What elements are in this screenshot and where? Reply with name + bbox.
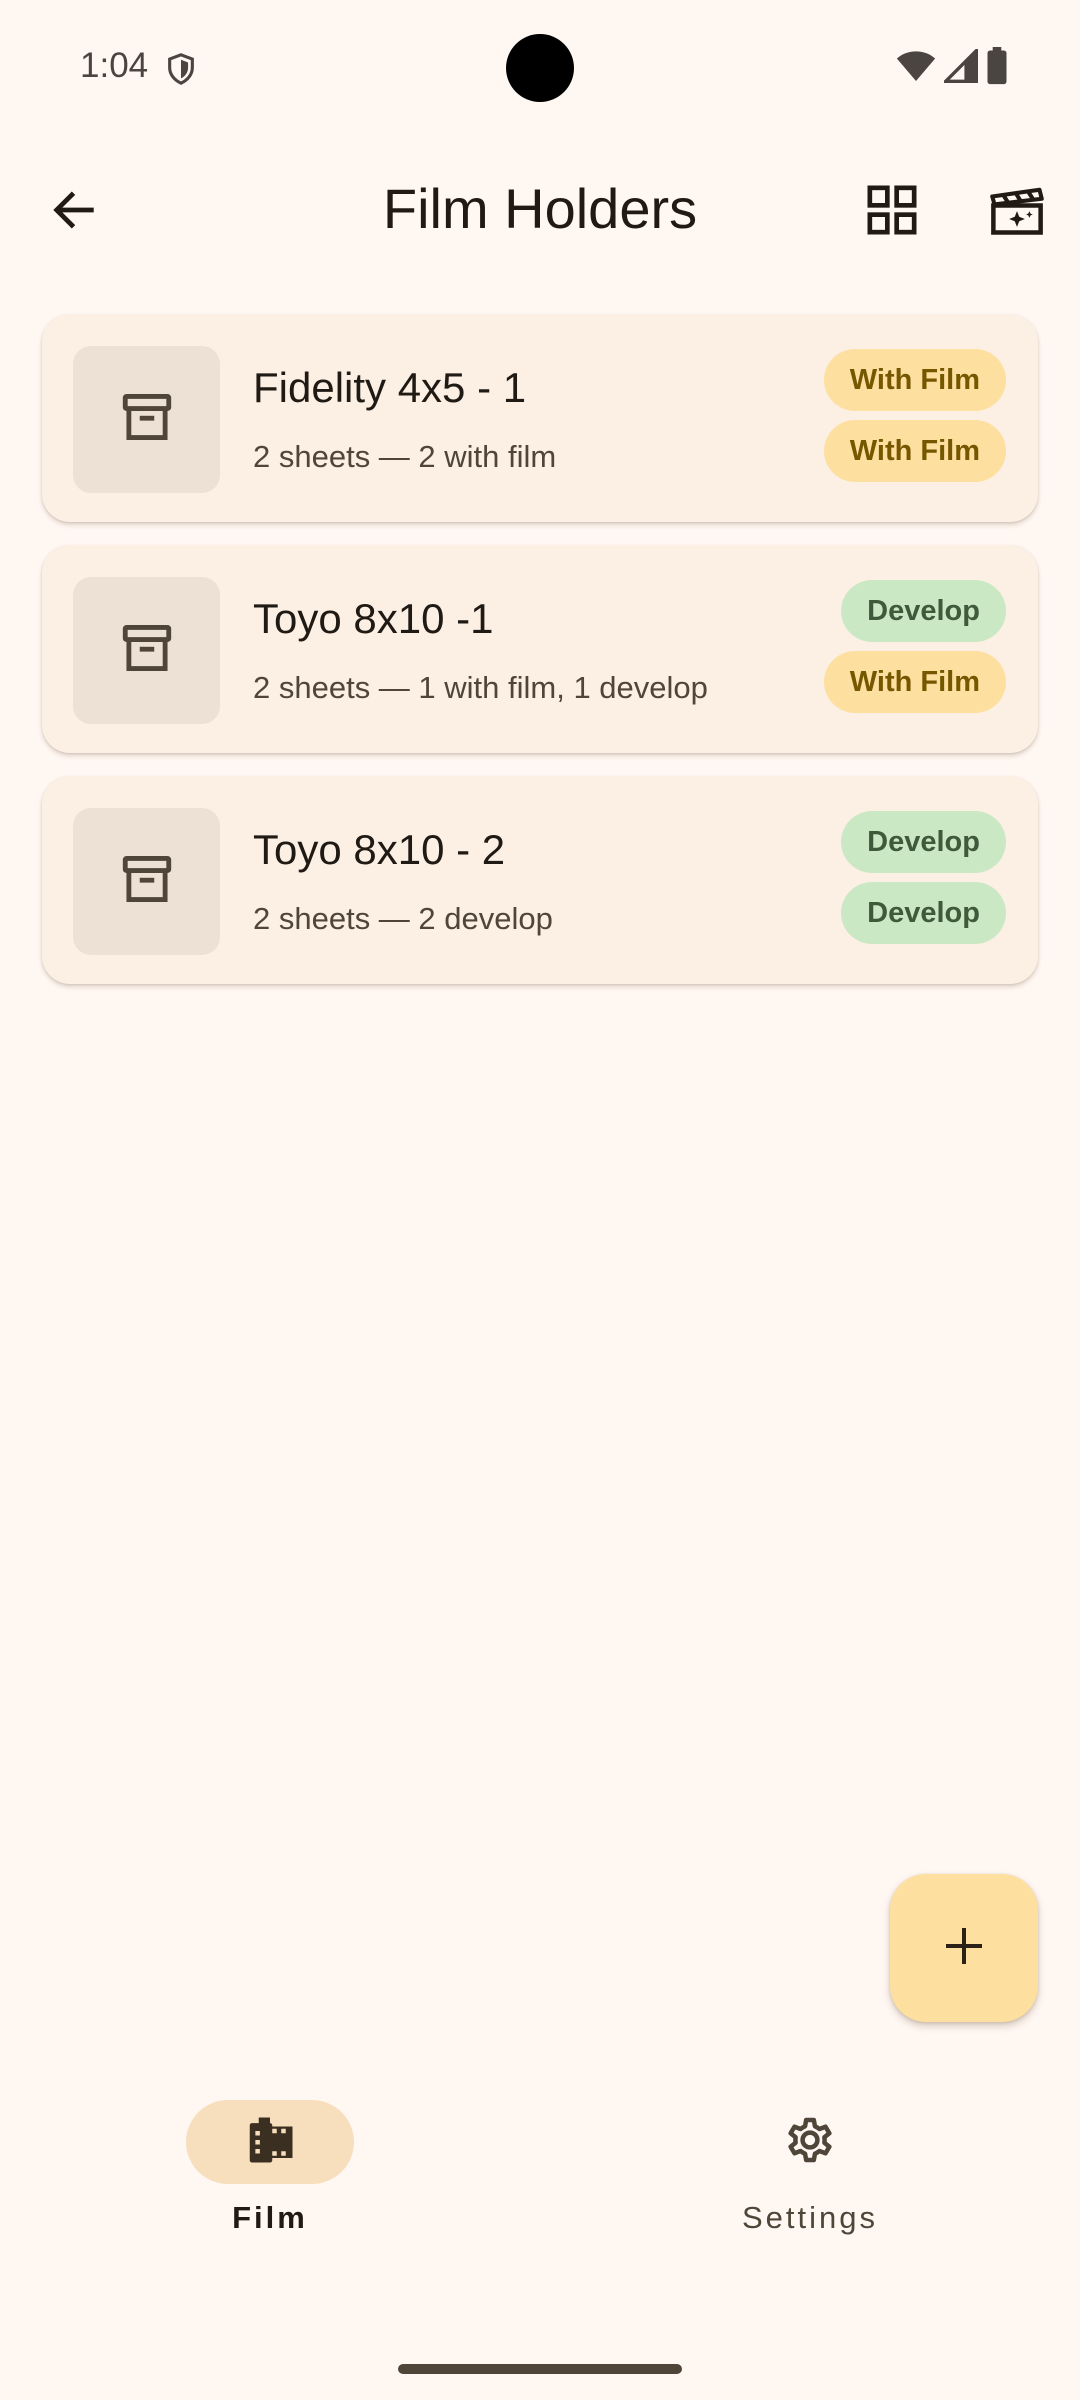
status-chip-develop: Develop bbox=[841, 882, 1006, 944]
status-chip-develop: Develop bbox=[841, 580, 1006, 642]
archive-icon bbox=[118, 619, 176, 682]
gesture-navigation-bar[interactable] bbox=[398, 2364, 682, 2374]
sheet-status-chips: With Film With Film bbox=[823, 349, 1006, 482]
holder-card[interactable]: Toyo 8x10 -1 2 sheets — 1 with film, 1 d… bbox=[42, 545, 1038, 753]
holder-list: Fidelity 4x5 - 1 2 sheets — 2 with film … bbox=[42, 314, 1038, 1007]
grid-view-icon bbox=[864, 182, 920, 243]
holder-card[interactable]: Fidelity 4x5 - 1 2 sheets — 2 with film … bbox=[42, 314, 1038, 522]
top-app-bar: Film Holders bbox=[0, 140, 1080, 276]
holder-name: Fidelity 4x5 - 1 bbox=[253, 364, 527, 411]
status-bar: 1:04 bbox=[0, 0, 1080, 136]
archive-icon bbox=[118, 388, 176, 451]
signal-icon bbox=[941, 46, 978, 88]
holder-summary: 2 sheets — 2 develop bbox=[253, 901, 553, 936]
gear-icon bbox=[783, 2113, 837, 2172]
nav-active-indicator bbox=[186, 2100, 354, 2184]
status-chip-with-film: With Film bbox=[823, 420, 1006, 482]
holder-thumbnail bbox=[73, 577, 220, 724]
nav-label-settings: Settings bbox=[741, 2200, 878, 2235]
holder-thumbnail bbox=[73, 346, 220, 493]
holder-name: Toyo 8x10 - 2 bbox=[253, 826, 506, 873]
status-chip-with-film: With Film bbox=[823, 651, 1006, 713]
holder-thumbnail bbox=[73, 808, 220, 955]
holder-card[interactable]: Toyo 8x10 - 2 2 sheets — 2 develop Devel… bbox=[42, 776, 1038, 984]
status-chip-with-film: With Film bbox=[823, 349, 1006, 411]
nav-item-settings[interactable]: Settings bbox=[660, 2100, 960, 2250]
camera-cutout bbox=[506, 34, 574, 102]
battery-icon bbox=[986, 46, 1008, 90]
status-chip-develop: Develop bbox=[841, 811, 1006, 873]
archive-icon bbox=[118, 850, 176, 913]
grid-view-button[interactable] bbox=[850, 170, 934, 254]
holder-name: Toyo 8x10 -1 bbox=[253, 595, 494, 642]
sheet-status-chips: Develop With Film bbox=[823, 580, 1006, 713]
wifi-icon bbox=[896, 49, 936, 88]
nav-icon-container bbox=[726, 2100, 894, 2184]
add-icon bbox=[940, 1922, 988, 1975]
holder-summary: 2 sheets — 2 with film bbox=[253, 439, 557, 474]
bottom-navigation: Film Settings bbox=[0, 2060, 1080, 2400]
sheet-status-chips: Develop Develop bbox=[841, 811, 1006, 944]
film-icon bbox=[243, 2113, 297, 2172]
nav-label-film: Film bbox=[232, 2200, 308, 2235]
shield-icon bbox=[164, 50, 198, 88]
nav-item-film[interactable]: Film bbox=[120, 2100, 420, 2250]
add-holder-button[interactable] bbox=[890, 1874, 1038, 2022]
status-icons bbox=[896, 46, 1008, 90]
holder-summary: 2 sheets — 1 with film, 1 develop bbox=[253, 670, 708, 705]
status-time: 1:04 bbox=[80, 46, 149, 85]
movie-film-icon bbox=[987, 183, 1047, 242]
film-frames-button[interactable] bbox=[975, 170, 1059, 254]
